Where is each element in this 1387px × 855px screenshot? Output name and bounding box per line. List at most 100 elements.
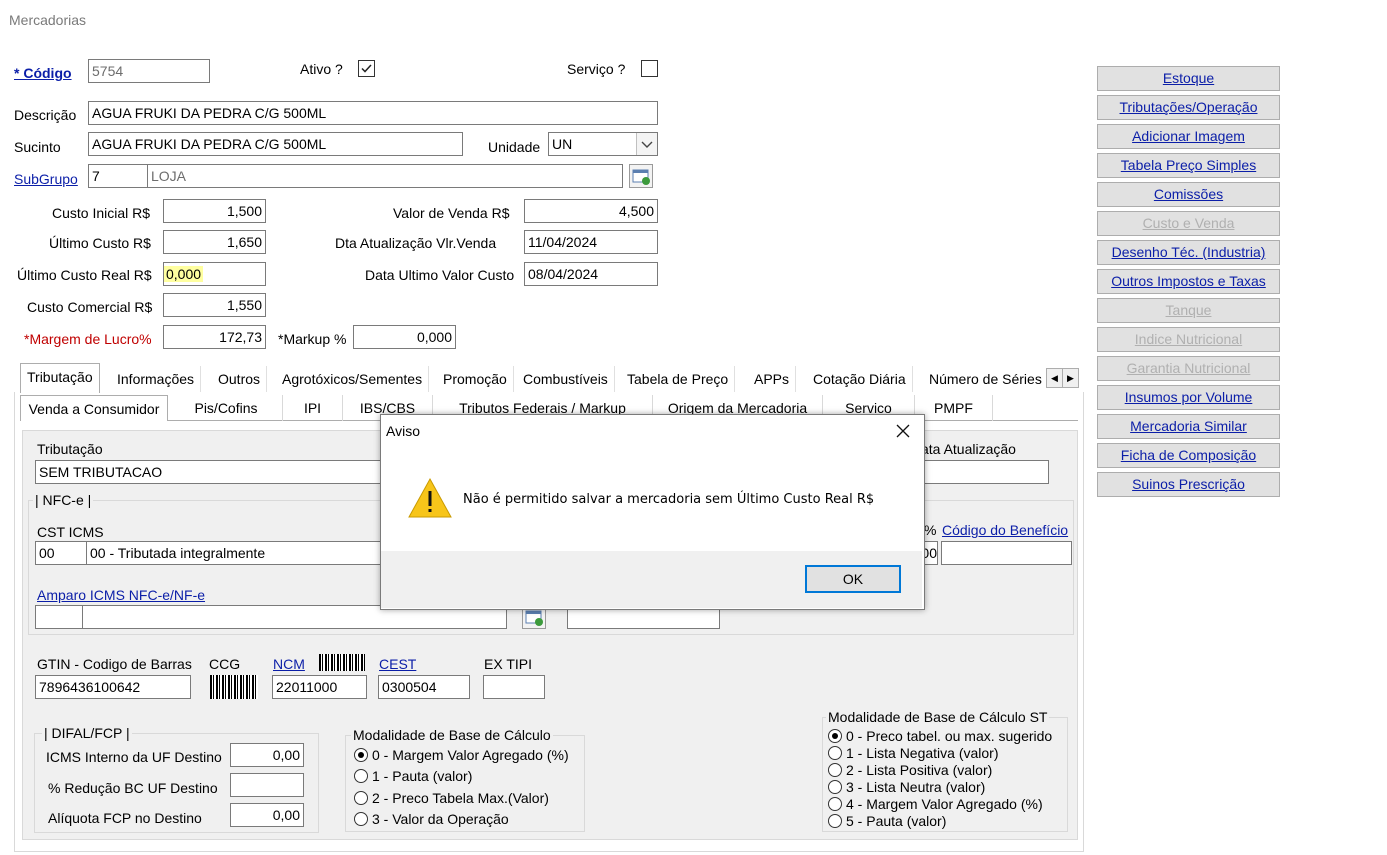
modalidade-st-radio-0[interactable]	[828, 729, 842, 743]
extipi-label: EX TIPI	[484, 656, 532, 672]
valor-venda-field[interactable]: 4,500	[524, 199, 658, 223]
unidade-select[interactable]: UN	[548, 132, 658, 156]
tributacoes-operacao-button[interactable]: Tributações/Operação	[1097, 95, 1280, 120]
subgrupo-label[interactable]: SubGrupo	[14, 171, 78, 187]
chevron-down-icon[interactable]	[636, 133, 657, 155]
reducao-field[interactable]	[230, 773, 304, 797]
markup-label: *Markup %	[278, 331, 347, 347]
comissoes-button[interactable]: Comissões	[1097, 182, 1280, 207]
tab-informacoes[interactable]: Informações	[111, 366, 202, 392]
ncm-field[interactable]: 22011000	[272, 675, 367, 699]
tabela-preco-simples-button[interactable]: Tabela Preço Simples	[1097, 153, 1280, 178]
tab-promocao[interactable]: Promoção	[437, 366, 514, 392]
amparo-code-field[interactable]	[35, 605, 83, 629]
cest-label[interactable]: CEST	[379, 656, 416, 672]
tab-combustiveis[interactable]: Combustíveis	[517, 366, 615, 392]
aliquota-fcp-field[interactable]: 0,00	[230, 803, 304, 827]
modalidade-st-radio-1[interactable]	[828, 746, 842, 760]
modalidade-option-3: 3 - Valor da Operação	[372, 811, 509, 827]
modalidade-st-radio-3[interactable]	[828, 780, 842, 794]
ativo-checkbox[interactable]	[358, 60, 375, 77]
tab-scroll-left-icon[interactable]: ◀	[1046, 368, 1063, 388]
ok-button[interactable]: OK	[805, 565, 901, 593]
insumos-volume-button[interactable]: Insumos por Volume	[1097, 385, 1280, 410]
close-icon[interactable]	[888, 419, 918, 443]
subtab-venda-consumidor[interactable]: Venda a Consumidor	[20, 395, 168, 421]
reducao-label: % Redução BC UF Destino	[48, 780, 218, 796]
tab-scroll-right-icon[interactable]: ▶	[1062, 368, 1079, 388]
modalidade-st-radio-2[interactable]	[828, 763, 842, 777]
check-icon	[361, 64, 372, 73]
codigo-field[interactable]: 5754	[88, 59, 210, 83]
subgrupo-search-button[interactable]	[629, 164, 653, 188]
tributacao-field[interactable]: SEM TRIBUTACAO	[35, 460, 400, 484]
desenho-tec-button[interactable]: Desenho Téc. (Industria)	[1097, 240, 1280, 265]
modalidade-option-1: 1 - Pauta (valor)	[372, 768, 473, 784]
sucinto-field[interactable]: AGUA FRUKI DA PEDRA C/G 500ML	[88, 132, 463, 156]
icms-interno-label: ICMS Interno da UF Destino	[46, 749, 222, 765]
tab-tabela-preco[interactable]: Tabela de Preço	[621, 366, 736, 392]
amparo-label[interactable]: Amparo ICMS NFC-e/NF-e	[37, 587, 205, 603]
data-ultimo-custo-field[interactable]: 08/04/2024	[524, 262, 658, 286]
tab-tributacao[interactable]: Tributação	[20, 363, 100, 393]
modalidade-st-radio-4[interactable]	[828, 797, 842, 811]
tab-cotacao-diaria[interactable]: Cotação Diária	[807, 366, 913, 392]
ccg-barcode-icon[interactable]	[210, 675, 258, 699]
cst-desc-field[interactable]: 00 - Tributada integralmente	[86, 541, 406, 565]
servico-label: Serviço ?	[567, 61, 626, 77]
mercadoria-similar-button[interactable]: Mercadoria Similar	[1097, 414, 1280, 439]
difal-group-title: | DIFAL/FCP |	[42, 725, 132, 741]
cest-field[interactable]: 0300504	[378, 675, 470, 699]
subgrupo-code-field[interactable]: 7	[88, 164, 148, 188]
modalidade-radio-1[interactable]	[354, 769, 368, 783]
gtin-field[interactable]: 7896436100642	[35, 675, 191, 699]
dta-atualizacao-label: Dta Atualização Vlr.Venda	[335, 235, 497, 251]
subtab-pmpf[interactable]: PMPF	[915, 395, 993, 421]
codigo-label[interactable]: * Código	[14, 65, 72, 81]
descricao-field[interactable]: AGUA FRUKI DA PEDRA C/G 500ML	[88, 101, 658, 125]
ultimo-custo-real-field[interactable]: 0,000	[163, 262, 266, 286]
modalidade-radio-2[interactable]	[354, 791, 368, 805]
dialog-title: Aviso	[386, 423, 420, 439]
valor-venda-label: Valor de Venda R$	[393, 205, 510, 221]
outros-impostos-button[interactable]: Outros Impostos e Taxas	[1097, 269, 1280, 294]
extipi-field[interactable]	[483, 675, 545, 699]
modalidade-st-title: Modalidade de Base de Cálculo ST	[826, 709, 1050, 725]
servico-checkbox[interactable]	[641, 60, 658, 77]
tab-agrotoxicos[interactable]: Agrotóxicos/Sementes	[276, 366, 430, 392]
tab-outros[interactable]: Outros	[212, 366, 268, 392]
modalidade-option-0: 0 - Margem Valor Agregado (%)	[372, 747, 569, 763]
dta-atualizacao-field[interactable]: 11/04/2024	[524, 230, 658, 254]
tab-numero-series[interactable]: Número de Séries	[923, 366, 1048, 392]
subtab-ipi[interactable]: IPI	[283, 395, 343, 421]
modalidade-st-option-3: 3 - Lista Neutra (valor)	[846, 779, 986, 795]
ncm-label[interactable]: NCM	[273, 656, 305, 672]
cst-icms-label: CST ICMS	[37, 524, 104, 540]
margem-field[interactable]: 172,73	[163, 325, 266, 349]
tributacao-label: Tributação	[37, 441, 103, 457]
beneficio-field[interactable]	[941, 541, 1072, 565]
icms-interno-field[interactable]: 0,00	[230, 743, 304, 767]
suinos-prescricao-button[interactable]: Suinos Prescrição	[1097, 472, 1280, 497]
custo-comercial-field[interactable]: 1,550	[163, 293, 266, 317]
subgrupo-name-field: LOJA	[147, 164, 623, 188]
subtab-pis-cofins[interactable]: Pis/Cofins	[170, 395, 283, 421]
estoque-button[interactable]: Estoque	[1097, 66, 1280, 91]
markup-field[interactable]: 0,000	[353, 325, 456, 349]
custo-inicial-field[interactable]: 1,500	[163, 199, 266, 223]
margem-label: *Margem de Lucro%	[24, 331, 152, 347]
modalidade-st-radio-5[interactable]	[828, 814, 842, 828]
modalidade-option-2: 2 - Preco Tabela Max.(Valor)	[372, 790, 549, 806]
modalidade-radio-3[interactable]	[354, 812, 368, 826]
cst-code-field[interactable]: 00	[35, 541, 87, 565]
ncm-barcode-icon[interactable]	[319, 654, 365, 671]
ultimo-custo-field[interactable]: 1,650	[163, 230, 266, 254]
beneficio-label[interactable]: Código do Benefício	[942, 522, 1068, 538]
tab-apps[interactable]: APPs	[748, 366, 797, 392]
data-atualizacao-field[interactable]	[918, 460, 1049, 484]
modalidade-radio-0[interactable]	[354, 748, 368, 762]
ficha-composicao-button[interactable]: Ficha de Composição	[1097, 443, 1280, 468]
unidade-label: Unidade	[488, 139, 541, 155]
adicionar-imagem-button[interactable]: Adicionar Imagem	[1097, 124, 1280, 149]
modalidade-st-option-5: 5 - Pauta (valor)	[846, 813, 947, 829]
